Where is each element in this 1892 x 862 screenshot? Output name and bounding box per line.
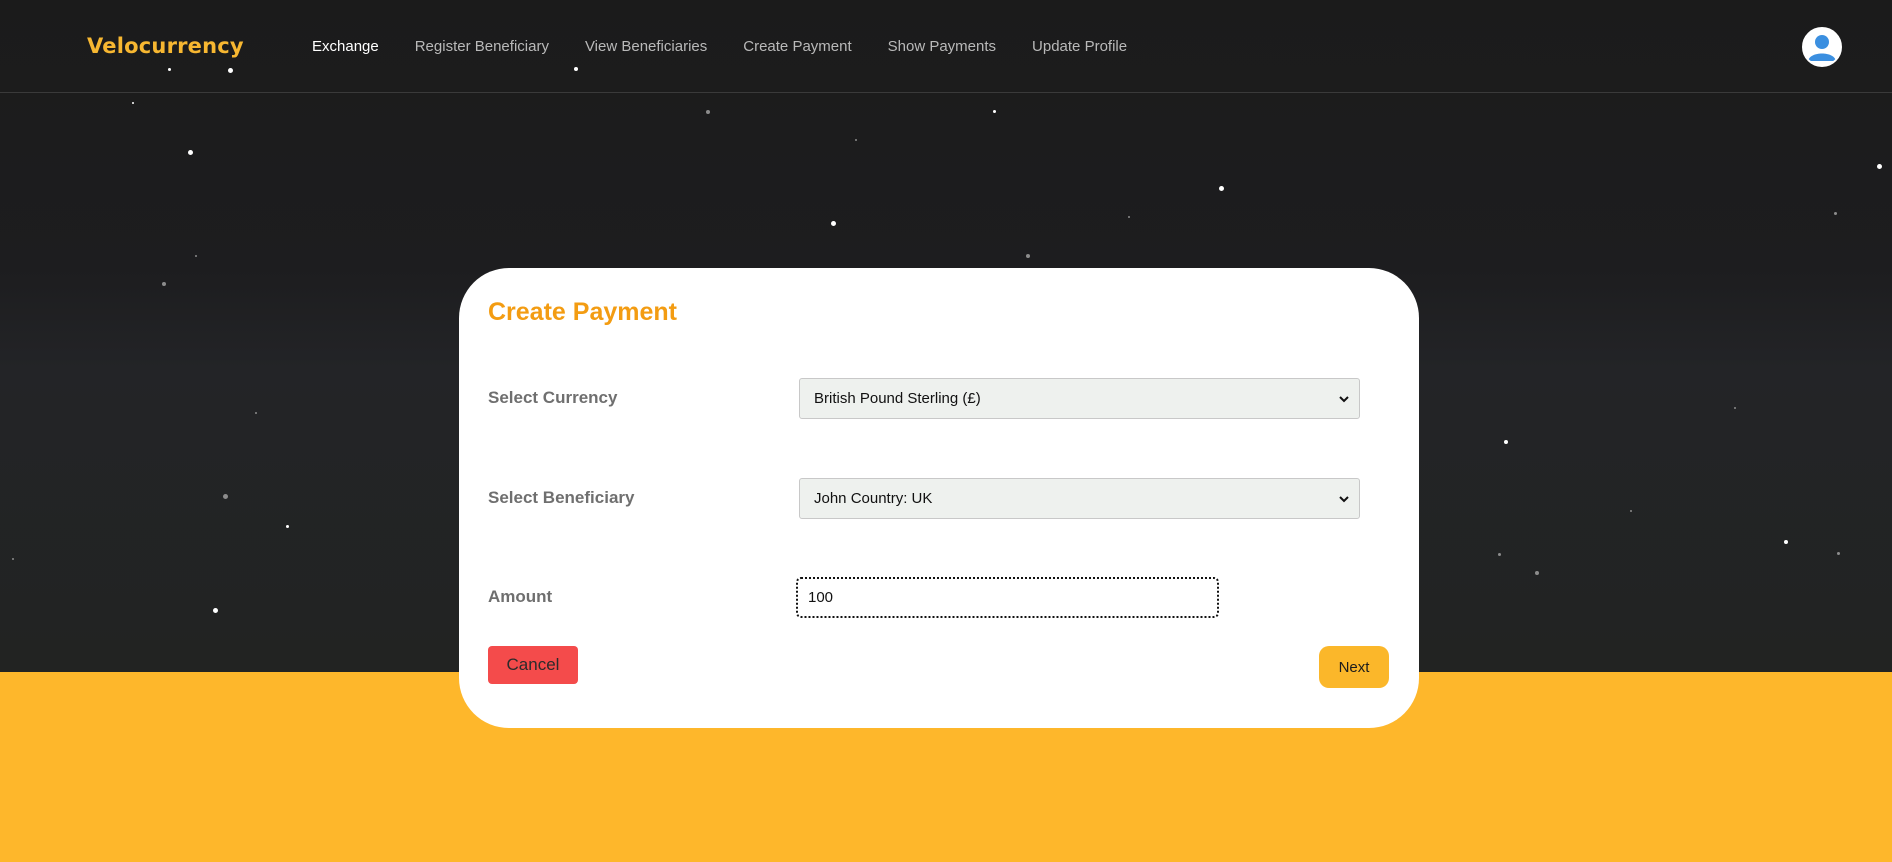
star (1784, 540, 1788, 544)
next-button[interactable]: Next (1319, 646, 1389, 688)
star (255, 412, 257, 414)
page-title: Create Payment (488, 298, 677, 326)
star (12, 558, 14, 560)
cancel-button[interactable]: Cancel (488, 646, 578, 684)
star (706, 110, 710, 114)
star (831, 221, 836, 226)
nav-links: Exchange Register Beneficiary View Benef… (312, 38, 1163, 55)
currency-label: Select Currency (488, 388, 618, 407)
nav-item-exchange[interactable]: Exchange (312, 38, 379, 55)
currency-select-value: British Pound Sterling (£) (814, 390, 981, 407)
chevron-down-icon (1339, 496, 1349, 503)
chevron-down-icon (1339, 396, 1349, 403)
nav-item-view-beneficiaries[interactable]: View Beneficiaries (585, 38, 707, 55)
star (1630, 510, 1632, 512)
star (1026, 254, 1030, 258)
star (188, 150, 193, 155)
star (1128, 216, 1130, 218)
star (1498, 553, 1501, 556)
currency-select[interactable]: British Pound Sterling (£) (799, 378, 1360, 419)
star (132, 102, 134, 104)
star (286, 525, 289, 528)
top-navbar: Velocurrency Exchange Register Beneficia… (0, 0, 1892, 93)
star (1834, 212, 1837, 215)
nav-item-create-payment[interactable]: Create Payment (743, 38, 851, 55)
user-avatar-icon[interactable] (1802, 27, 1842, 67)
amount-input[interactable]: 100 (796, 577, 1219, 618)
star (1837, 552, 1840, 555)
user-avatar-svg (1804, 29, 1840, 65)
star (223, 494, 228, 499)
star (1877, 164, 1882, 169)
star (1219, 186, 1224, 191)
nav-item-update-profile[interactable]: Update Profile (1032, 38, 1127, 55)
nav-item-register-beneficiary[interactable]: Register Beneficiary (415, 38, 549, 55)
star (213, 608, 218, 613)
create-payment-card: Create Payment Select Currency British P… (459, 268, 1419, 728)
star (1504, 440, 1508, 444)
amount-label: Amount (488, 587, 553, 606)
star (195, 255, 197, 257)
star (162, 282, 166, 286)
beneficiary-select-value: John Country: UK (814, 490, 933, 507)
beneficiary-label: Select Beneficiary (488, 488, 635, 507)
nav-item-show-payments[interactable]: Show Payments (888, 38, 996, 55)
star (1734, 407, 1736, 409)
brand-logo[interactable]: Velocurrency (87, 34, 244, 58)
beneficiary-select[interactable]: John Country: UK (799, 478, 1360, 519)
amount-input-value: 100 (808, 589, 834, 606)
star (993, 110, 996, 113)
star (855, 139, 857, 141)
star (1535, 571, 1539, 575)
